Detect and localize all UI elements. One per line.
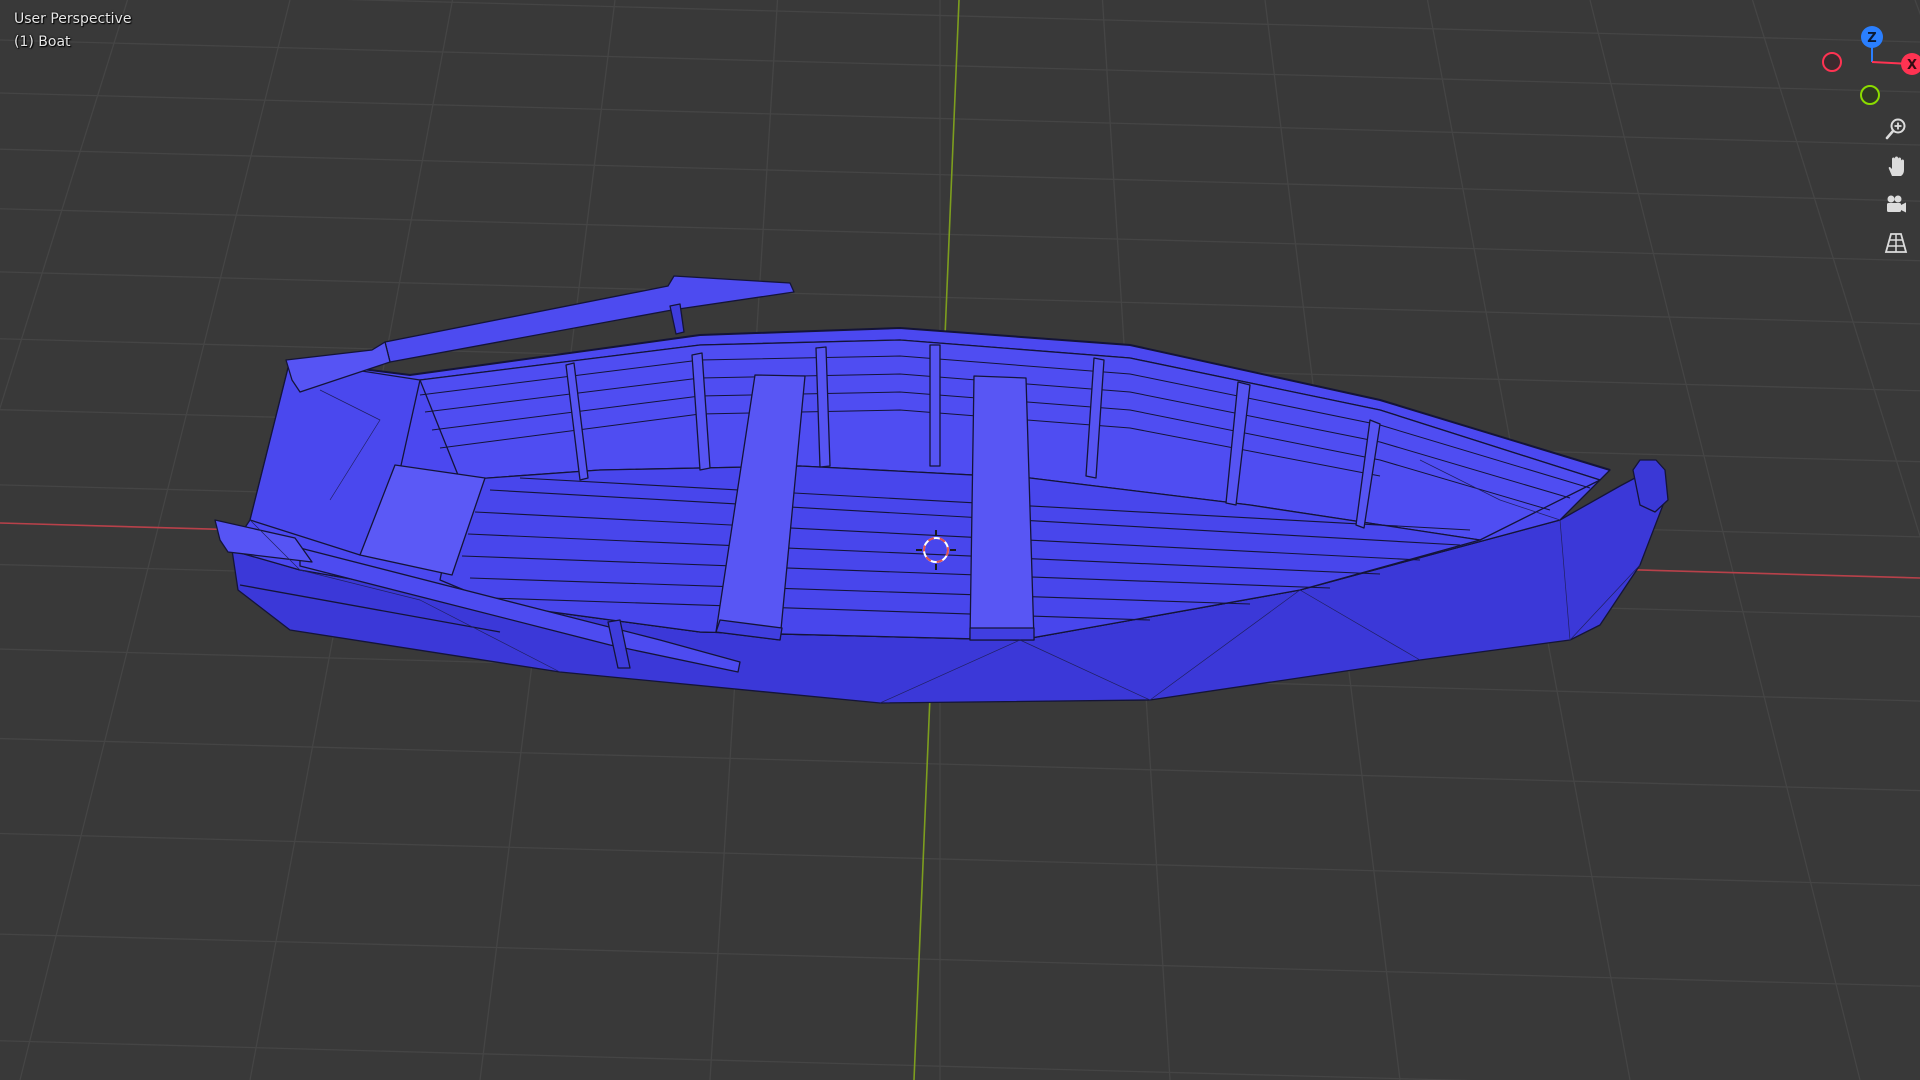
camera-view-button[interactable] bbox=[1884, 193, 1920, 227]
grid-perspective-icon bbox=[1884, 233, 1908, 253]
gizmo-y-handle[interactable] bbox=[1860, 85, 1880, 105]
thwart-seat-2-side bbox=[969, 627, 1035, 641]
gizmo-x-label: X bbox=[1907, 58, 1917, 73]
thwart-seat-2[interactable] bbox=[969, 375, 1035, 641]
camera-icon bbox=[1887, 195, 1906, 213]
viewport-canvas[interactable]: Z X bbox=[0, 0, 1920, 1080]
pan-button[interactable] bbox=[1884, 155, 1920, 189]
hand-icon bbox=[1888, 156, 1904, 176]
toggle-projection-button[interactable] bbox=[1884, 231, 1920, 265]
zoom-in-icon bbox=[1885, 118, 1906, 140]
gizmo-z-label: Z bbox=[1867, 31, 1876, 46]
navigation-gizmo[interactable]: Z X bbox=[1822, 26, 1920, 105]
gizmo-neg-x-handle[interactable] bbox=[1822, 52, 1842, 72]
3d-viewport[interactable]: Z X User Perspective (1) Boat bbox=[0, 0, 1920, 1080]
zoom-button[interactable] bbox=[1884, 117, 1920, 151]
active-object-label: (1) Boat bbox=[14, 34, 71, 50]
view-name-label: User Perspective bbox=[14, 11, 132, 27]
boat-mesh[interactable] bbox=[214, 275, 1669, 704]
